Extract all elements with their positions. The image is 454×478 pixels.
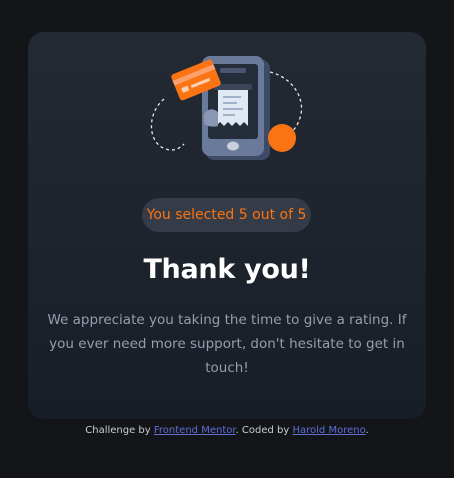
attribution-suffix: . [365, 425, 369, 436]
author-link[interactable]: Harold Moreno [293, 425, 366, 436]
thank-you-description: We appreciate you taking the time to giv… [47, 312, 407, 376]
payment-illustration [144, 54, 309, 166]
attribution: Challenge by Frontend Mentor. Coded by H… [0, 424, 454, 438]
thank-you-card: You selected 5 out of 5 Thank you! We ap… [28, 32, 426, 419]
frontend-mentor-link[interactable]: Frontend Mentor [154, 425, 236, 436]
attribution-prefix: Challenge by [85, 425, 151, 436]
selection-text: You selected 5 out of 5 [146, 207, 307, 223]
selection-badge: You selected 5 out of 5 [142, 198, 311, 232]
phone-receipt-illustration [150, 56, 303, 160]
page-title: Thank you! [143, 254, 311, 285]
attribution-middle: . Coded by [235, 425, 290, 436]
